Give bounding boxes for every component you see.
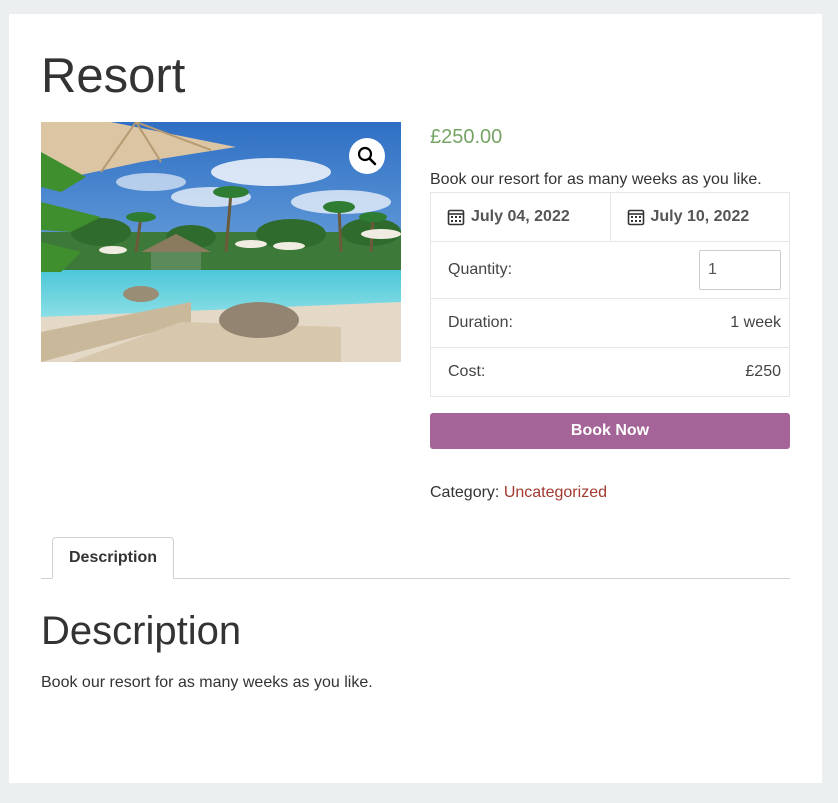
product-image[interactable]: [41, 122, 401, 362]
product-tabs: Description: [41, 537, 790, 579]
quantity-row: Quantity:: [431, 242, 789, 299]
product-category: Category: Uncategorized: [430, 484, 607, 502]
end-date-picker[interactable]: July 10, 2022: [611, 193, 790, 241]
category-link[interactable]: Uncategorized: [504, 484, 607, 501]
cost-value: £250: [745, 363, 781, 380]
tab-description[interactable]: Description: [52, 537, 174, 579]
cost-label: Cost:: [448, 363, 486, 380]
duration-value: 1 week: [730, 314, 781, 331]
short-description: Book our resort for as many weeks as you…: [430, 171, 762, 188]
zoom-button[interactable]: [349, 138, 385, 174]
duration-row: Duration: 1 week: [431, 299, 789, 348]
duration-label: Duration:: [448, 314, 513, 331]
description-body: Book our resort for as many weeks as you…: [41, 674, 373, 691]
calendar-icon: [447, 208, 465, 226]
product-card: Resort £250.00 Book our resort for as ma…: [9, 14, 822, 783]
description-heading: Description: [41, 609, 242, 653]
resort-pool-photo: [41, 122, 401, 362]
product-price: £250.00: [430, 126, 503, 148]
book-now-button[interactable]: Book Now: [430, 413, 790, 449]
end-date-label: July 10, 2022: [650, 208, 750, 225]
booking-form: July 04, 2022 July 10, 2022 Quantity: 1 …: [430, 192, 790, 397]
magnifier-icon: [357, 146, 377, 166]
category-label: Category:: [430, 484, 504, 501]
cost-row: Cost: £250: [431, 348, 789, 396]
start-date-label: July 04, 2022: [471, 208, 570, 225]
quantity-label: Quantity:: [448, 261, 513, 278]
date-range: July 04, 2022 July 10, 2022: [431, 193, 789, 242]
quantity-input[interactable]: [699, 250, 781, 290]
product-title: Resort: [41, 49, 186, 103]
calendar-icon: [627, 208, 645, 226]
start-date-picker[interactable]: July 04, 2022: [431, 193, 611, 241]
